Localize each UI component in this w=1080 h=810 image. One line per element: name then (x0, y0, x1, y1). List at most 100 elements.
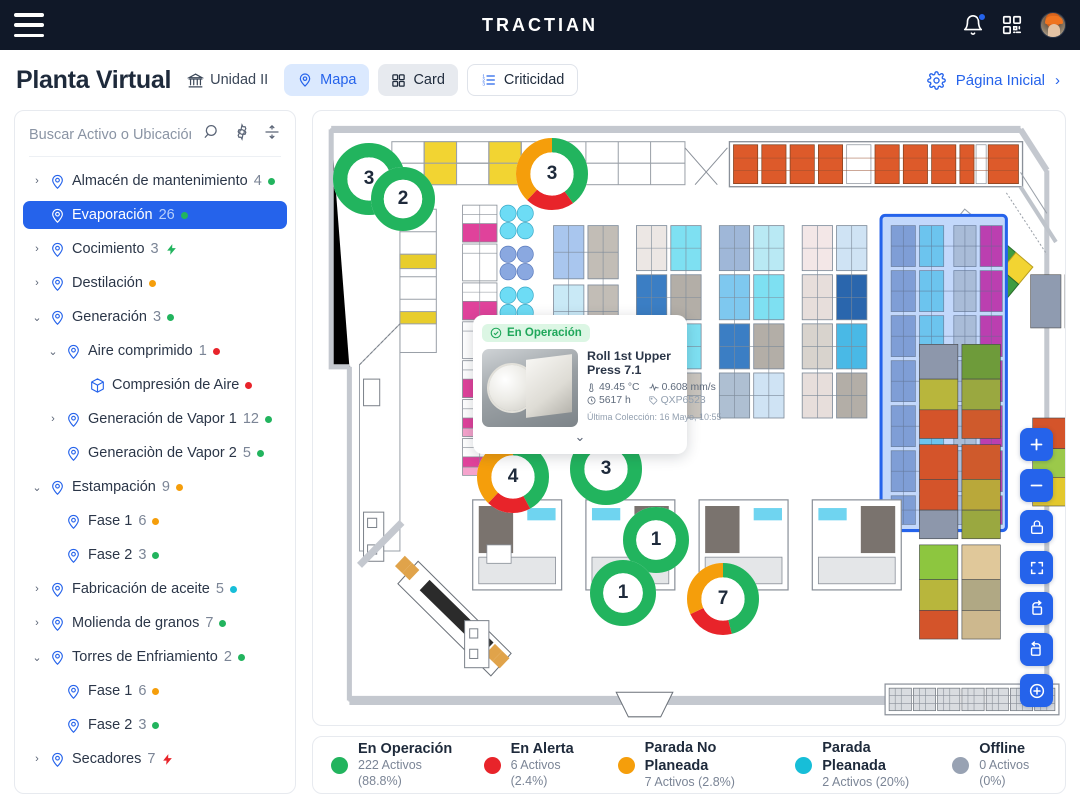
page-title: Planta Virtual (16, 65, 172, 94)
sidebar-item-count: 4 (253, 173, 262, 189)
sidebar-item-fabricaci-n-de-aceite[interactable]: › Fabricación de aceite 5 (23, 575, 287, 603)
chevron-down-icon[interactable]: ⌄ (47, 345, 59, 358)
settings-gear-icon[interactable] (233, 123, 251, 146)
bell-icon[interactable] (962, 13, 986, 36)
bank-icon (187, 72, 205, 87)
sidebar-item-evaporaci-n[interactable]: ›Evaporación26 (23, 201, 287, 229)
chevron-right-icon[interactable]: › (31, 175, 43, 187)
sidebar-item-cocimiento[interactable]: › Cocimiento 3 (23, 235, 287, 263)
home-page-link[interactable]: Página Inicial › (926, 70, 1064, 90)
legend-label: Offline (979, 741, 1026, 758)
location-tree: ›Almacén de mantenimiento4 ›Evaporación26… (15, 157, 295, 793)
map-pin-icon (49, 207, 66, 224)
sidebar-item-fase-2[interactable]: ›Fase 23 (23, 711, 287, 739)
expand-collapse-icon[interactable] (263, 123, 281, 146)
sidebar-item-aire-comprimido[interactable]: ⌄ Aire comprimido 1 (23, 337, 287, 365)
chevron-down-icon[interactable]: ⌄ (31, 481, 43, 494)
map-pin-icon (65, 683, 82, 700)
status-dot (175, 483, 183, 491)
tab-mapa[interactable]: Mapa (284, 64, 370, 96)
map-pin-icon (49, 275, 66, 292)
legend-detail: 7 Activos (2.8%) (644, 775, 735, 790)
status-dot (167, 313, 175, 321)
status-dot (152, 721, 160, 729)
legend-item[interactable]: En Alerta 6 Activos (2.4%) (483, 740, 588, 789)
gear-icon (926, 70, 946, 90)
chevron-right-icon[interactable]: › (31, 277, 43, 289)
legend-item[interactable]: Parada Pleanada 2 Activos (20%) (795, 739, 922, 791)
sidebar-item-label: Fase 1 (88, 513, 133, 529)
zoom-in-icon[interactable] (1020, 428, 1053, 461)
sidebar-item-molienda-de-granos[interactable]: › Molienda de granos 7 (23, 609, 287, 637)
sidebar-item-count: 9 (161, 479, 170, 495)
metric-temperature-value: 49.45 °C (599, 381, 640, 393)
sidebar-item-label: Estampación (72, 479, 156, 495)
lock-icon[interactable] (1020, 510, 1053, 543)
sidebar-item-fase-1[interactable]: ›Fase 16 (23, 507, 287, 535)
add-marker-icon[interactable] (1020, 674, 1053, 707)
hamburger-menu-icon[interactable] (14, 13, 44, 37)
sidebar-item-generaci-n-de-vapor-1[interactable]: › Generación de Vapor 1 12 (23, 405, 287, 433)
sidebar-item-label: Secadores (72, 751, 142, 767)
legend-color-dot (617, 756, 635, 774)
sidebar-item-estampaci-n[interactable]: ⌄ Estampación 9 (23, 473, 287, 501)
chevron-down-icon[interactable]: ⌄ (482, 429, 678, 445)
legend-detail: 6 Activos (2.4%) (510, 758, 561, 789)
legend-color-dot (952, 756, 970, 774)
sidebar-item-compresi-n-de-aire[interactable]: ›Compresión de Aire (23, 371, 287, 399)
notification-badge (978, 13, 986, 21)
user-avatar[interactable] (1040, 12, 1066, 38)
grid-icon (392, 73, 406, 87)
sidebar-item-generaci-n-de-vapor-2[interactable]: ›Generaciòn de Vapor 25 (23, 439, 287, 467)
search-icon[interactable] (203, 123, 221, 146)
sidebar-item-almac-n-de-mantenimiento[interactable]: › Almacén de mantenimiento 4 (23, 167, 287, 195)
chevron-right-icon[interactable]: › (31, 583, 43, 595)
rotate-right-icon[interactable] (1020, 592, 1053, 625)
tab-mapa-label: Mapa (320, 72, 357, 88)
chevron-down-icon[interactable]: ⌄ (31, 311, 43, 324)
sidebar-item-fase-1[interactable]: ›Fase 16 (23, 677, 287, 705)
legend-label: Parada Pleanada (822, 740, 886, 775)
chevron-right-icon[interactable]: › (47, 413, 59, 425)
sidebar-item-count: 1 (198, 343, 207, 359)
sidebar-item-fase-2[interactable]: ›Fase 23 (23, 541, 287, 569)
legend-item[interactable]: En Operación 222 Activos (88.8%) (331, 740, 454, 789)
legend-item[interactable]: Offline 0 Activos (0%) (952, 740, 1047, 789)
sidebar-item-secadores[interactable]: › Secadores 7 (23, 745, 287, 773)
asset-info-card[interactable]: En Operación Roll 1st Upper Press 7.1 49… (473, 315, 722, 454)
status-dot (245, 381, 253, 389)
sidebar-item-count: 2 (223, 649, 232, 665)
map-marker[interactable]: 3 (516, 138, 588, 210)
zoom-out-icon[interactable] (1020, 469, 1053, 502)
qr-code-icon[interactable] (1001, 14, 1023, 36)
sidebar-item-generaci-n[interactable]: ⌄ Generación 3 (23, 303, 287, 331)
status-dot (180, 211, 188, 219)
last-collection: Última Colección: 16 Mayo, 10:55 (587, 411, 722, 422)
chevron-right-icon[interactable]: › (31, 753, 43, 765)
fullscreen-icon[interactable] (1020, 551, 1053, 584)
map-canvas[interactable]: 3 2 3 4 3 1 1 7 En Operación Roll 1st Up… (312, 110, 1066, 726)
map-pin-icon (49, 241, 66, 258)
sidebar-item-torres-de-enfriamiento[interactable]: ⌄ Torres de Enfriamiento 2 (23, 643, 287, 671)
sidebar-item-label: Molienda de granos (72, 615, 200, 631)
chevron-down-icon[interactable]: ⌄ (31, 651, 43, 664)
map-pin-icon (49, 479, 66, 496)
unit-selector[interactable]: Unidad II (187, 72, 268, 89)
status-dot (267, 177, 275, 185)
map-marker[interactable]: 7 (687, 563, 759, 635)
status-dot (152, 687, 160, 695)
legend-item[interactable]: Parada No Planeada 7 Activos (2.8%) (617, 739, 766, 791)
map-marker[interactable]: 1 (590, 560, 656, 626)
map-pin-icon (65, 717, 82, 734)
search-input[interactable] (29, 126, 191, 143)
legend-label: En Operación (358, 741, 453, 758)
map-area: 3 2 3 4 3 1 1 7 En Operación Roll 1st Up… (312, 110, 1066, 794)
tab-card[interactable]: Card (378, 64, 458, 96)
chevron-right-icon[interactable]: › (31, 243, 43, 255)
tab-criticidad[interactable]: 1 2 3 Criticidad (466, 64, 579, 96)
map-marker[interactable]: 2 (370, 166, 436, 232)
rotate-left-icon[interactable] (1020, 633, 1053, 666)
tab-criticidad-label: Criticidad (503, 72, 565, 88)
chevron-right-icon[interactable]: › (31, 617, 43, 629)
sidebar-item-destilaci-n[interactable]: › Destilación (23, 269, 287, 297)
